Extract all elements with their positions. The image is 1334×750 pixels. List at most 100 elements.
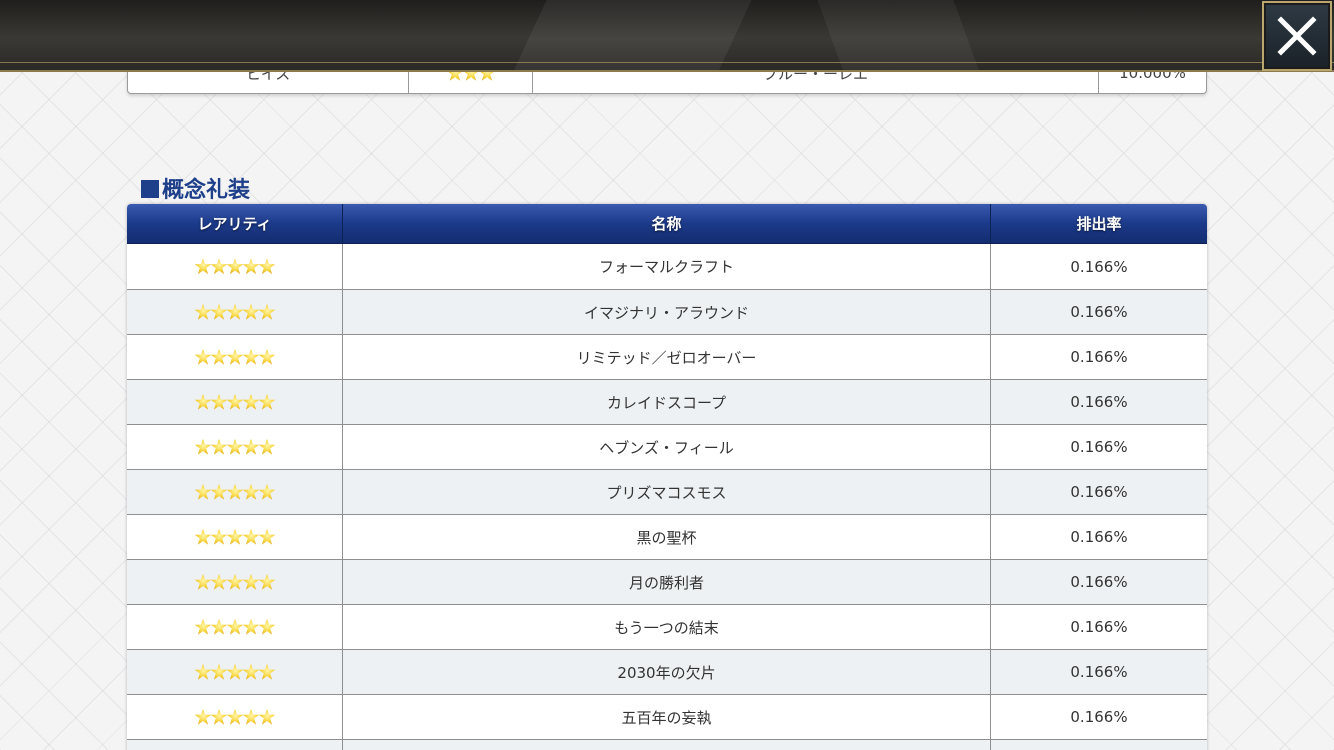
cell-rate: [991, 740, 1207, 750]
table-body: フォーマルクラフト 0.166% イマジナリ・アラウンド 0.166% リミテッド／ゼロ…: [127, 244, 1207, 750]
cell-name: 2030年の欠片: [343, 650, 991, 694]
star-icon: [242, 348, 260, 365]
table-row: 黒の聖杯 0.166%: [127, 514, 1207, 559]
table-header: レアリティ 名称 排出率: [127, 204, 1207, 244]
star-icon: [258, 348, 276, 365]
cell-rate: 0.166%: [1070, 483, 1128, 501]
table-row: カレイドスコープ 0.166%: [127, 379, 1207, 424]
star-icon: [242, 303, 260, 320]
star-icon: [210, 663, 228, 680]
table-row: プリズマコスモス 0.166%: [127, 469, 1207, 514]
cell-rarity: [127, 695, 343, 739]
star-icon: [226, 258, 244, 275]
cell-rate: 0.166%: [1070, 393, 1128, 411]
cell-rate: 0.166%: [1070, 573, 1128, 591]
top-bar-divider: [0, 62, 1334, 63]
star-icon: [226, 618, 244, 635]
star-icon: [242, 708, 260, 725]
star-icon: [226, 528, 244, 545]
table-row: 五百年の妄執 0.166%: [127, 694, 1207, 739]
star-icon: [258, 708, 276, 725]
cell-rarity: [127, 515, 343, 559]
cell-rarity: [127, 425, 343, 469]
star-icon: [210, 573, 228, 590]
square-bullet-icon: [141, 180, 159, 198]
rarity-stars: [194, 618, 276, 636]
cell-name: 月の勝利者: [343, 560, 991, 604]
rarity-stars: [194, 258, 276, 275]
table-row: イマジナリ・アラウンド 0.166%: [127, 289, 1207, 334]
top-bar: [0, 0, 1334, 72]
table-row: フォーマルクラフト 0.166%: [127, 244, 1207, 289]
cell-rarity: [127, 335, 343, 379]
star-icon: [226, 663, 244, 680]
rarity-stars: [194, 528, 276, 546]
star-icon: [194, 303, 212, 320]
rarity-stars: [194, 303, 276, 321]
cell-name: 五百年の妄執: [343, 695, 991, 739]
cell-rarity: [127, 290, 343, 334]
star-icon: [242, 663, 260, 680]
star-icon: [194, 618, 212, 635]
cell-name: リミテッド／ゼロオーバー: [343, 335, 991, 379]
table-row: 月の勝利者 0.166%: [127, 559, 1207, 604]
star-icon: [226, 483, 244, 500]
star-icon: [258, 483, 276, 500]
cell-name: ヘブンズ・フィール: [343, 425, 991, 469]
star-icon: [242, 393, 260, 410]
cell-rarity: [127, 605, 343, 649]
star-icon: [242, 438, 260, 455]
star-icon: [242, 528, 260, 545]
star-icon: [242, 573, 260, 590]
star-icon: [210, 708, 228, 725]
cell-name: プリズマコスモス: [343, 470, 991, 514]
table-row: ヘブンズ・フィール 0.166%: [127, 424, 1207, 469]
star-icon: [226, 393, 244, 410]
cell-rate: 0.166%: [1070, 348, 1128, 366]
cell-rarity: [127, 560, 343, 604]
star-icon: [258, 438, 276, 455]
table-row: もう一つの結末 0.166%: [127, 604, 1207, 649]
star-icon: [194, 708, 212, 725]
cell-rarity: [127, 380, 343, 424]
rarity-stars: [194, 663, 276, 681]
section-title-text: 概念礼装: [162, 178, 251, 203]
star-icon: [258, 663, 276, 680]
cell-name: 黒の聖杯: [343, 515, 991, 559]
star-icon: [258, 258, 276, 275]
cell-rarity: [127, 740, 343, 750]
rarity-stars: [194, 393, 276, 411]
cell-name: [343, 740, 991, 750]
star-icon: [226, 708, 244, 725]
star-icon: [210, 528, 228, 545]
star-icon: [210, 393, 228, 410]
star-icon: [210, 303, 228, 320]
star-icon: [194, 573, 212, 590]
cell-rate: 0.166%: [1070, 438, 1128, 456]
table-row: [127, 739, 1207, 750]
header-rate: 排出率: [1076, 215, 1122, 233]
star-icon: [242, 258, 260, 275]
star-icon: [194, 438, 212, 455]
star-icon: [226, 573, 244, 590]
star-icon: [226, 303, 244, 320]
table-row: 2030年の欠片 0.166%: [127, 649, 1207, 694]
cell-name: イマジナリ・アラウンド: [343, 290, 991, 334]
star-icon: [194, 393, 212, 410]
star-icon: [226, 438, 244, 455]
cell-rate: 0.166%: [1070, 303, 1128, 321]
cell-rate: 0.166%: [1070, 618, 1128, 636]
star-icon: [194, 528, 212, 545]
star-icon: [210, 258, 228, 275]
star-icon: [210, 618, 228, 635]
rarity-stars: [194, 438, 276, 456]
cell-rarity: [127, 470, 343, 514]
section-title: 概念礼装: [141, 172, 250, 204]
star-icon: [210, 438, 228, 455]
star-icon: [210, 483, 228, 500]
table-row: リミテッド／ゼロオーバー 0.166%: [127, 334, 1207, 379]
star-icon: [258, 573, 276, 590]
cell-name: カレイドスコープ: [343, 380, 991, 424]
close-button[interactable]: [1262, 1, 1332, 71]
cell-rate: 0.166%: [1070, 257, 1128, 276]
